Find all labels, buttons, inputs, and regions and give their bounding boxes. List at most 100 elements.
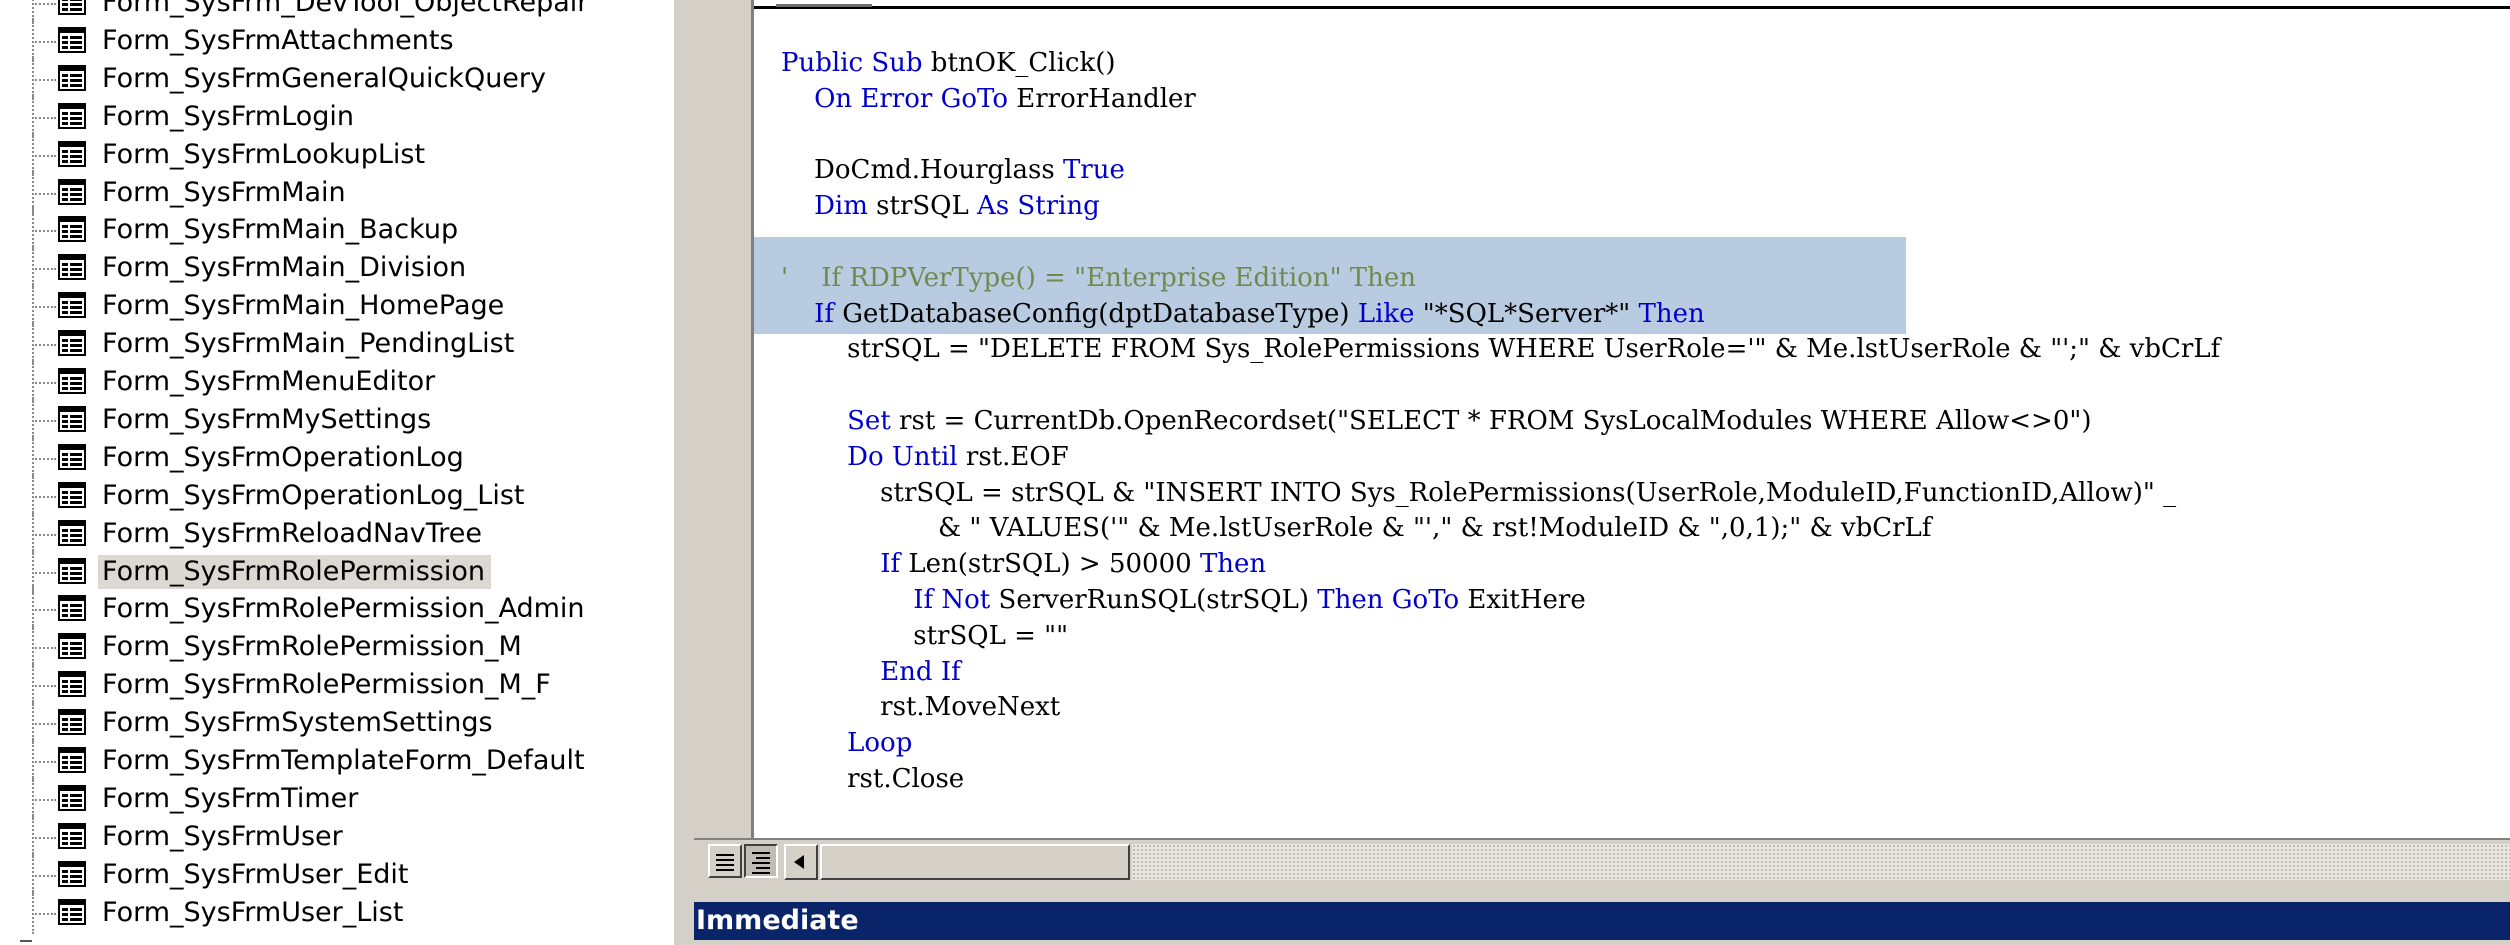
code-line: Loop: [781, 725, 912, 761]
code-keyword: As String: [977, 191, 1100, 222]
procedure-view-icon[interactable]: [708, 844, 742, 878]
tree-item-label: Form_SysFrmGeneralQuickQuery: [102, 62, 546, 94]
tree-item[interactable]: Form_SysFrmOperationLog: [0, 434, 672, 479]
tree-item[interactable]: Form_SysFrmSystemSettings: [0, 700, 672, 745]
form-module-icon: [58, 140, 86, 167]
code-line: If GetDatabaseConfig(dptDatabaseType) Li…: [781, 296, 1705, 332]
immediate-window-titlebar[interactable]: Immediate: [694, 902, 2510, 940]
code-text: rst.EOF: [957, 441, 1069, 472]
form-module-icon: [58, 292, 86, 319]
pane-splitter[interactable]: [672, 0, 694, 945]
code-line: Set rst = CurrentDb.OpenRecordset("SELEC…: [781, 403, 2092, 439]
tree-connector: [32, 268, 56, 271]
tree-item-label: Form_SysFrmMain: [102, 176, 346, 208]
tree-connector: [32, 798, 56, 801]
tree-item[interactable]: Form_SysFrmAttachments: [0, 17, 672, 62]
tree-item[interactable]: Form_SysFrmGeneralQuickQuery: [0, 55, 672, 100]
code-line: & " VALUES('" & Me.lstUserRole & "'," & …: [781, 510, 1931, 546]
code-keyword: If: [880, 549, 901, 580]
form-module-icon: [58, 557, 86, 584]
tree-item[interactable]: Form_SysFrmLogin: [0, 93, 672, 138]
tree-item[interactable]: Form_SysFrmTemplateForm_Default: [0, 738, 672, 782]
tree-item-label: Form_SysFrmSystemSettings: [102, 707, 493, 739]
horizontal-scroll-track[interactable]: [1132, 844, 2510, 880]
tree-item[interactable]: Form_SysFrmMain: [0, 169, 672, 214]
code-keyword: If: [814, 298, 834, 329]
code-editor[interactable]: Public Sub btnOK_Click() On Error GoTo E…: [754, 0, 2510, 838]
code-line: ' If RDPVerType() = "Enterprise Edition"…: [781, 260, 1416, 296]
project-explorer: Form_SysFrm_DevTool_ObjectRepair Form_Sys…: [0, 0, 672, 945]
tree-item[interactable]: Form_SysFrmUser_List: [0, 889, 672, 934]
form-module-icon: [58, 443, 86, 470]
code-keyword: True: [1062, 155, 1125, 186]
tree-connector: [32, 723, 56, 726]
code-comment: ' If RDPVerType() = "Enterprise Edition"…: [781, 262, 1417, 293]
tree-item-label: Form_SysFrmUser_Edit: [102, 858, 409, 890]
code-line: On Error GoTo ErrorHandler: [781, 81, 1196, 117]
tree-item-label: Form_SysFrm_DevTool_ObjectRepair: [102, 0, 589, 18]
tree-item[interactable]: Form_SysFrmMain_HomePage: [0, 283, 672, 328]
code-keyword: Public Sub: [781, 48, 923, 78]
code-window-margin: [694, 0, 754, 840]
tree-item-label: Form_SysFrmRolePermission_M: [102, 631, 522, 663]
form-module-icon: [58, 898, 86, 925]
tree-item[interactable]: Form_SysFrmMySettings: [0, 396, 672, 441]
form-module-icon: [58, 216, 86, 243]
form-module-icon: [58, 0, 86, 15]
procedure-separator: [754, 0, 2510, 9]
tree-item-label: Form_SysFrmAttachments: [102, 24, 454, 56]
tree-item[interactable]: Form_SysFrmUser_Edit: [0, 851, 672, 896]
tree-item-label: Form_SysFrmRolePermission_Admin: [102, 593, 585, 625]
tree-connector: [32, 154, 56, 157]
tree-item[interactable]: Form_SysFrm_DevTool_ObjectRepair: [0, 0, 672, 24]
tree-item-label: Form_SysFrmLookupList: [102, 138, 426, 170]
tree-item[interactable]: Form_SysFrmMenuEditor: [0, 359, 672, 403]
code-keyword: Set: [847, 406, 891, 436]
tree-item[interactable]: Form_SysFrmRolePermission_M: [0, 624, 672, 669]
code-text: "*SQL*Server*": [1414, 298, 1639, 329]
tree-item[interactable]: Form_SysFrmMain_Division: [0, 245, 672, 290]
form-module-icon: [58, 481, 86, 508]
horizontal-scroll-thumb[interactable]: [820, 844, 1130, 880]
code-text: strSQL = "DELETE FROM Sys_RolePermission…: [781, 334, 2221, 365]
tree-item[interactable]: Form_SysFrmUser: [0, 813, 672, 858]
tree-item[interactable]: Form_SysFrmOperationLog_List: [0, 472, 672, 517]
code-keyword: Loop: [847, 728, 913, 759]
tree-item[interactable]: Form_SysFrmMain_Backup: [0, 207, 672, 252]
tree-item-label: Form_SysFrmMain_Backup: [102, 214, 459, 246]
code-line: DoCmd.Hourglass True: [781, 152, 1125, 188]
tree-item-label: Form_SysFrmMain_PendingList: [102, 328, 515, 360]
tree-item-label: Form_SysFrmUser_List: [102, 896, 404, 928]
code-keyword: On Error GoTo: [814, 83, 1008, 114]
arrow-left-icon[interactable]: [784, 844, 818, 880]
tree-item[interactable]: Form_SysFrmRolePermission_Admin: [0, 586, 672, 631]
full-module-view-icon[interactable]: [744, 844, 778, 878]
tree-connector: [32, 306, 56, 309]
tree-item[interactable]: Form_SysFrmReloadNavTree: [0, 510, 672, 555]
form-module-icon: [58, 330, 86, 357]
code-text: strSQL: [867, 191, 978, 222]
tree-item-label: Form_SysFrmReloadNavTree: [102, 517, 483, 549]
tree-item[interactable]: Form_SysFrmTimer: [0, 775, 672, 820]
code-text: rst = CurrentDb.OpenRecordset("SELECT * …: [890, 406, 2092, 436]
tree-connector: [32, 874, 56, 877]
code-line: strSQL = "DELETE FROM Sys_RolePermission…: [781, 331, 2220, 367]
tree-item[interactable]: Form_SysFrmRolePermission: [0, 548, 672, 593]
code-text: strSQL = "": [781, 620, 1069, 651]
previous-line-fragment: [776, 0, 872, 7]
immediate-window-title: Immediate: [696, 905, 859, 936]
tree-connector: [32, 457, 56, 460]
code-line: rst.MoveNext: [781, 689, 1060, 725]
tree-connector: [32, 609, 56, 612]
tree-item[interactable]: Form_SysFrmMain_PendingList: [0, 321, 672, 366]
tree-item[interactable]: Form_SysFrmRolePermission_M_F: [0, 662, 672, 707]
tree-connector: [32, 3, 56, 5]
code-text: GetDatabaseConfig(dptDatabaseType): [833, 298, 1358, 329]
tree-item-label: Form_SysFrmRolePermission: [98, 554, 491, 589]
tree-connector: [20, 940, 32, 942]
tree-item-label: Form_SysFrmRolePermission_M_F: [102, 669, 551, 701]
tree-item[interactable]: Form_SysFrmLookupList: [0, 131, 672, 176]
